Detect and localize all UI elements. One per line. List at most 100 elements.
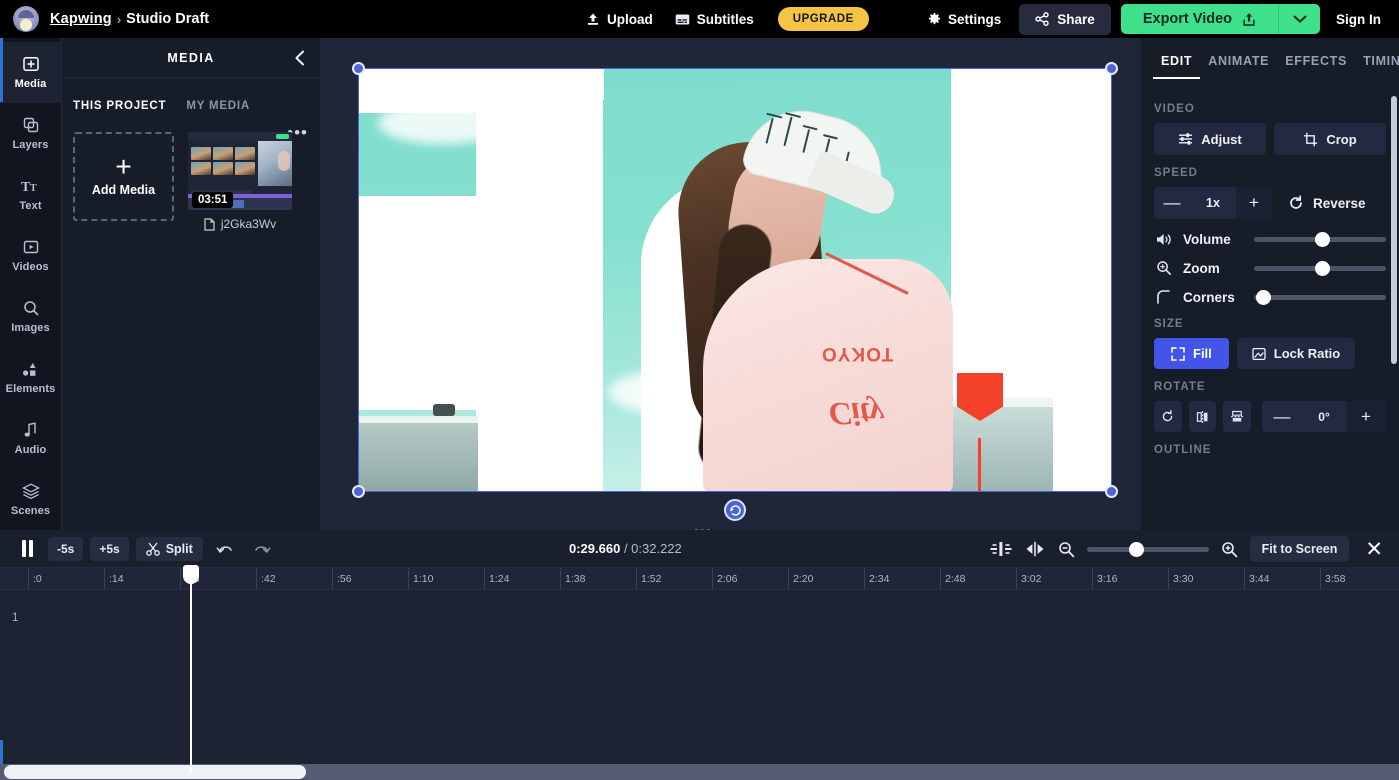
reverse-button[interactable]: Reverse bbox=[1288, 195, 1366, 211]
split-button[interactable]: Split bbox=[136, 537, 203, 561]
white-mask bbox=[358, 68, 486, 113]
zoom-slider[interactable] bbox=[1254, 266, 1386, 271]
brand-link[interactable]: Kapwing bbox=[50, 11, 112, 27]
rotate-decrease-button[interactable]: — bbox=[1262, 401, 1302, 432]
layers-icon bbox=[23, 117, 39, 134]
upload-button[interactable]: Upload bbox=[575, 6, 664, 33]
media-grid: + Add Media 03:5 bbox=[62, 115, 320, 231]
close-timeline-button[interactable]: ✕ bbox=[1361, 539, 1387, 560]
timeline-zoom-knob[interactable] bbox=[1129, 542, 1144, 557]
section-label-rotate: ROTATE bbox=[1154, 381, 1386, 393]
sidebar-item-images[interactable]: Images bbox=[0, 286, 62, 347]
tab-timing[interactable]: TIMING bbox=[1355, 50, 1399, 79]
properties-body: VIDEO Adjust Crop SPEED — bbox=[1141, 79, 1399, 456]
sidebar-item-label: Videos bbox=[12, 261, 48, 273]
rotate-90-button[interactable] bbox=[1154, 401, 1182, 432]
digit-one-shape bbox=[476, 68, 603, 492]
pause-icon bbox=[22, 540, 26, 557]
speed-increase-button[interactable]: + bbox=[1236, 187, 1272, 219]
tab-edit[interactable]: EDIT bbox=[1153, 50, 1200, 79]
resize-handle-bottom-right[interactable] bbox=[1105, 485, 1118, 498]
corners-slider-knob[interactable] bbox=[1256, 290, 1271, 305]
upload-icon bbox=[586, 12, 600, 26]
subtitles-button[interactable]: Subtitles bbox=[664, 6, 765, 33]
export-dropdown-button[interactable] bbox=[1278, 4, 1320, 34]
zoom-in-icon[interactable] bbox=[1221, 541, 1238, 558]
properties-scrollbar[interactable] bbox=[1391, 96, 1397, 364]
tab-effects[interactable]: EFFECTS bbox=[1277, 50, 1355, 79]
corners-slider[interactable] bbox=[1254, 295, 1386, 300]
volume-slider-knob[interactable] bbox=[1315, 232, 1330, 247]
resize-handle-top-left[interactable] bbox=[352, 62, 365, 75]
pause-button[interactable] bbox=[14, 540, 41, 557]
sidebar-item-audio[interactable]: Audio bbox=[0, 408, 62, 469]
media-item[interactable]: 03:51 j2Gka3Wv bbox=[188, 132, 292, 231]
redo-button[interactable] bbox=[247, 542, 277, 556]
artwork-text-city: City bbox=[829, 394, 884, 431]
rotate-increase-button[interactable]: + bbox=[1346, 401, 1386, 432]
timeline-playhead[interactable] bbox=[190, 565, 192, 773]
search-icon bbox=[23, 300, 39, 317]
lock-ratio-button[interactable]: Lock Ratio bbox=[1237, 338, 1355, 369]
zoom-out-icon[interactable] bbox=[1058, 541, 1075, 558]
sidebar-item-videos[interactable]: Videos bbox=[0, 225, 62, 286]
lock-ratio-icon bbox=[1252, 347, 1266, 361]
page-title: Studio Draft bbox=[126, 11, 209, 27]
media-item-name: j2Gka3Wv bbox=[221, 217, 276, 231]
horizontal-scrollbar-track[interactable] bbox=[0, 764, 1399, 780]
fill-button[interactable]: Fill bbox=[1154, 338, 1229, 369]
tab-animate[interactable]: ANIMATE bbox=[1200, 50, 1277, 79]
tab-this-project[interactable]: THIS PROJECT bbox=[73, 100, 166, 115]
video-canvas[interactable]: TOKYO City bbox=[358, 68, 1112, 492]
preview-stage: TOKYO City ••• bbox=[321, 38, 1140, 530]
sidebar-item-label: Images bbox=[11, 322, 50, 334]
mirror-flip-icon[interactable] bbox=[1024, 541, 1046, 557]
flip-vertical-button[interactable] bbox=[1223, 401, 1251, 432]
crop-button[interactable]: Crop bbox=[1274, 123, 1386, 155]
resize-handle-top-right[interactable] bbox=[1105, 62, 1118, 75]
collapse-panel-button[interactable] bbox=[293, 50, 307, 66]
export-video-button[interactable]: Export Video bbox=[1121, 4, 1278, 34]
timeline: -5s +5s Split 0:29.660 / 0:32.222 bbox=[0, 530, 1399, 780]
magnet-snap-icon[interactable] bbox=[990, 541, 1012, 557]
speed-decrease-button[interactable]: — bbox=[1154, 187, 1190, 219]
fill-expand-icon bbox=[1171, 347, 1185, 361]
settings-button[interactable]: Settings bbox=[918, 6, 1011, 33]
share-button[interactable]: Share bbox=[1019, 4, 1111, 35]
timeline-toolbar-right: Fit to Screen ✕ bbox=[990, 530, 1387, 568]
upgrade-button[interactable]: UPGRADE bbox=[778, 7, 869, 31]
flip-horizontal-button[interactable] bbox=[1189, 401, 1217, 432]
sidebar-item-layers[interactable]: Layers bbox=[0, 103, 62, 164]
adjust-button[interactable]: Adjust bbox=[1154, 123, 1266, 155]
playhead-knob[interactable] bbox=[183, 565, 199, 584]
sidebar-item-scenes[interactable]: Scenes bbox=[0, 469, 62, 530]
horizontal-scrollbar-thumb[interactable] bbox=[4, 765, 306, 779]
forward-5s-button[interactable]: +5s bbox=[90, 537, 128, 561]
timeline-ruler[interactable]: :0:14:28:42:561:101:241:381:522:062:202:… bbox=[0, 568, 1399, 590]
adjust-sliders-icon bbox=[1178, 132, 1193, 146]
volume-slider[interactable] bbox=[1254, 237, 1386, 242]
zoom-slider-knob[interactable] bbox=[1315, 261, 1330, 276]
top-bar: Kapwing › Studio Draft Upload Subtitles … bbox=[0, 0, 1399, 38]
kapwing-logo-avatar[interactable] bbox=[13, 6, 39, 32]
ruler-tick: 1:10 bbox=[408, 568, 433, 590]
timeline-zoom-slider[interactable] bbox=[1087, 547, 1209, 552]
videos-icon bbox=[23, 239, 39, 256]
add-media-button[interactable]: + Add Media bbox=[73, 132, 174, 221]
sign-in-button[interactable]: Sign In bbox=[1320, 12, 1399, 27]
media-item-name-row: j2Gka3Wv bbox=[188, 217, 292, 231]
export-group: Export Video bbox=[1121, 4, 1320, 34]
fit-to-screen-button[interactable]: Fit to Screen bbox=[1250, 536, 1350, 562]
back-5s-button[interactable]: -5s bbox=[48, 537, 83, 561]
speed-stepper: — 1x + bbox=[1154, 187, 1272, 219]
sidebar-item-media[interactable]: Media bbox=[0, 42, 62, 103]
rotate-handle[interactable] bbox=[724, 499, 746, 521]
sidebar-item-text[interactable]: TT Text bbox=[0, 164, 62, 225]
ruler-tick: 2:06 bbox=[712, 568, 737, 590]
media-thumbnail[interactable]: 03:51 bbox=[188, 132, 292, 210]
resize-handle-bottom-left[interactable] bbox=[352, 485, 365, 498]
undo-button[interactable] bbox=[210, 542, 240, 556]
sidebar-item-elements[interactable]: Elements bbox=[0, 347, 62, 408]
scenes-stack-icon bbox=[22, 483, 40, 500]
tab-my-media[interactable]: MY MEDIA bbox=[186, 100, 250, 115]
